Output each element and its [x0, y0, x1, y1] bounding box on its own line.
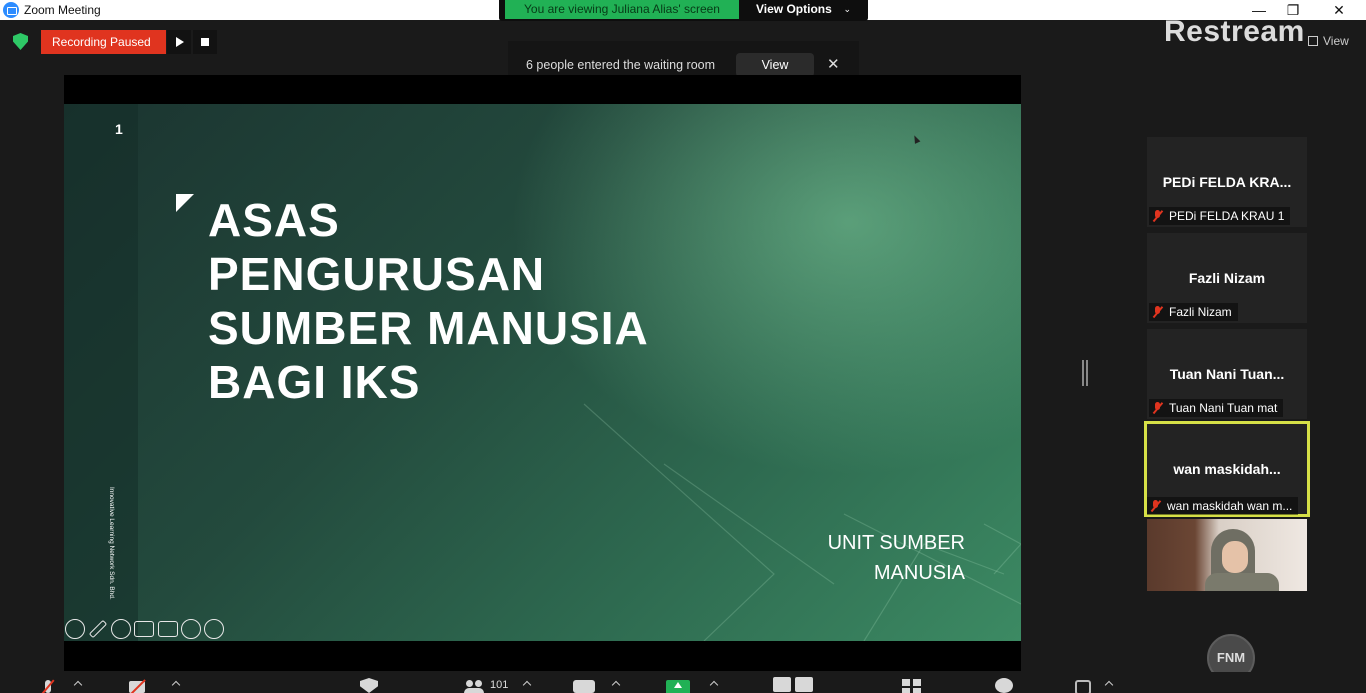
participant-name-label: PEDi FELDA KRAU 1 [1149, 207, 1291, 225]
participants-count: 101 [490, 679, 509, 691]
more-options-caret[interactable] [1104, 680, 1114, 690]
mic-muted-icon [1153, 402, 1163, 414]
mic-muted-icon [1153, 210, 1163, 222]
presentation-slide: 1 ASAS PENGURUSAN SUMBER MANUSIA BAGI IK… [64, 104, 1021, 641]
participant-display-name: Fazli Nizam [1188, 270, 1266, 286]
camera-icon[interactable] [158, 621, 178, 637]
view-options-label: View Options [756, 2, 832, 16]
waiting-room-view-button[interactable]: View [736, 53, 814, 77]
mic-muted-icon [1153, 306, 1163, 318]
window-title: Zoom Meeting [24, 3, 101, 17]
zoom-slide-icon[interactable] [111, 619, 131, 639]
participant-tile[interactable]: Tuan Nani Tuan... Tuan Nani Tuan mat [1147, 329, 1307, 419]
participant-display-name: PEDi FELDA KRA... [1162, 174, 1292, 190]
viewing-screen-text: You are viewing Juliana Alias' screen [505, 0, 739, 19]
slide-title-line: BAGI IKS [208, 356, 421, 408]
close-window-button[interactable]: ✕ [1316, 0, 1362, 20]
start-video-button[interactable] [129, 678, 151, 693]
participant-name-label: Fazli Nizam [1149, 303, 1238, 321]
participant-label-text: Fazli Nizam [1169, 305, 1232, 319]
participant-video-tile[interactable] [1147, 519, 1307, 591]
screen-share-banner: You are viewing Juliana Alias' screen Vi… [499, 0, 868, 21]
participant-display-name: Tuan Nani Tuan... [1169, 366, 1285, 382]
participant-display-name: wan maskidah... [1173, 461, 1281, 477]
participant-name-label: wan maskidah wan m... [1147, 497, 1299, 515]
participant-tile-active-speaker[interactable]: wan maskidah... wan maskidah wan m... [1144, 421, 1310, 517]
slide-credit-text: Innovative Learning Network Sdn. Bhd. [108, 487, 115, 600]
chat-options-caret[interactable] [611, 680, 621, 690]
stop-recording-button[interactable] [193, 30, 217, 54]
participant-label-text: wan maskidah wan m... [1167, 499, 1293, 513]
mic-muted-icon [1151, 500, 1161, 512]
unit-line: MANUSIA [873, 562, 965, 584]
video-person-body [1205, 573, 1279, 591]
video-options-caret[interactable] [171, 680, 181, 690]
reactions-button[interactable] [995, 678, 1013, 693]
more-button[interactable] [1075, 680, 1091, 693]
slide-title: ASAS PENGURUSAN SUMBER MANUSIA BAGI IKS [208, 193, 768, 409]
share-options-caret[interactable] [709, 680, 719, 690]
participants-button[interactable] [464, 678, 484, 693]
record-button[interactable] [773, 677, 813, 692]
participant-label-text: PEDi FELDA KRAU 1 [1169, 209, 1285, 223]
encryption-shield-icon[interactable] [13, 33, 28, 50]
share-screen-button[interactable] [666, 680, 690, 693]
slide-title-line: PENGURUSAN [208, 248, 546, 300]
apps-button[interactable] [902, 679, 922, 693]
unmute-button[interactable] [42, 678, 54, 693]
slide-corner-mark [176, 194, 194, 212]
waiting-room-message: 6 people entered the waiting room [526, 58, 716, 72]
next-slide-icon[interactable] [204, 619, 224, 639]
slide-title-line: SUMBER MANUSIA [208, 302, 649, 354]
meeting-toolbar: 101 [0, 672, 1366, 693]
stop-icon [201, 38, 209, 46]
slide-title-line: ASAS [208, 194, 340, 246]
grid-view-icon [1308, 36, 1318, 46]
zoom-logo-icon [3, 2, 19, 18]
chevron-down-icon: ⌄ [843, 4, 851, 14]
audio-options-caret[interactable] [73, 680, 83, 690]
previous-slide-icon[interactable] [65, 619, 85, 639]
participant-tile[interactable]: PEDi FELDA KRA... PEDi FELDA KRAU 1 [1147, 137, 1307, 227]
participant-name-label: Tuan Nani Tuan mat [1149, 399, 1284, 417]
slide-number: 1 [115, 121, 123, 137]
recording-status-badge: Recording Paused [41, 30, 166, 54]
panel-resize-handle[interactable] [1082, 360, 1088, 386]
restream-watermark: Restream [1164, 15, 1305, 48]
play-icon [176, 37, 184, 47]
subtitles-icon[interactable] [134, 621, 154, 637]
waiting-room-close-icon[interactable]: ✕ [827, 55, 840, 73]
gallery-view-label: View [1323, 34, 1349, 48]
participants-options-caret[interactable] [522, 680, 532, 690]
security-button[interactable] [360, 678, 378, 693]
participant-label-text: Tuan Nani Tuan mat [1169, 401, 1278, 415]
participant-tile[interactable]: Fazli Nizam Fazli Nizam [1147, 233, 1307, 323]
more-options-icon[interactable] [181, 619, 201, 639]
video-person-face [1222, 541, 1248, 573]
gallery-view-button[interactable]: View [1308, 34, 1349, 48]
slide-unit-text: UNIT SUMBER MANUSIA [828, 528, 965, 588]
view-options-button[interactable]: View Options ⌄ [741, 0, 863, 19]
chat-button[interactable] [573, 680, 595, 693]
slide-credit: Innovative Learning Network Sdn. Bhd. [108, 487, 126, 627]
resume-recording-button[interactable] [167, 30, 191, 54]
unit-line: UNIT SUMBER [827, 532, 965, 554]
shared-screen: 1 ASAS PENGURUSAN SUMBER MANUSIA BAGI IK… [64, 75, 1021, 671]
